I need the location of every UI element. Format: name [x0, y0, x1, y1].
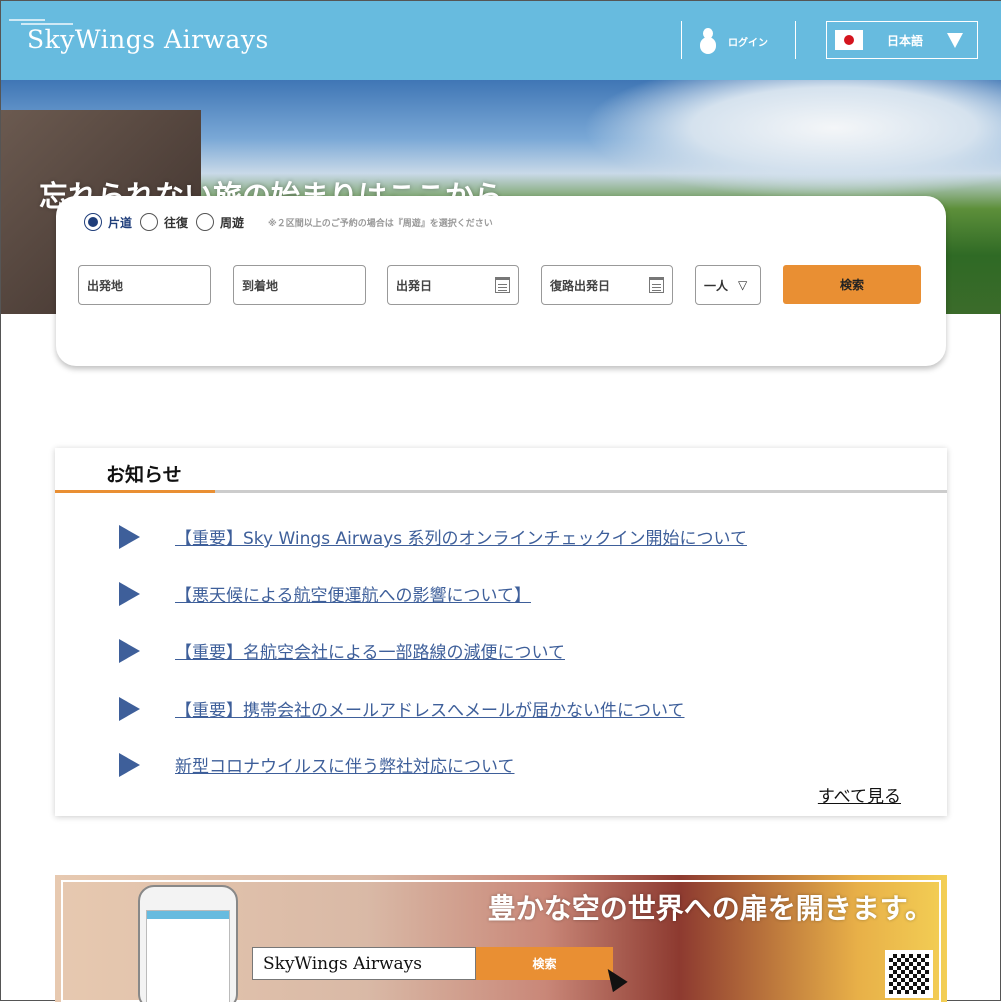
- list-item: 新型コロナウイルスに伴う弊社対応について: [119, 752, 515, 777]
- search-button[interactable]: 検索: [783, 265, 921, 304]
- news-link[interactable]: 【重要】名航空会社による一部路線の減便について: [175, 638, 565, 663]
- chevron-down-icon: ▽: [738, 278, 748, 292]
- radio-unchecked-icon: [140, 213, 159, 231]
- qr-code-icon: [885, 950, 933, 998]
- radio-one-way[interactable]: 片道: [84, 213, 132, 231]
- list-item: 【重要】携帯会社のメールアドレスへメールが届かない件について: [119, 696, 685, 721]
- radio-label: 片道: [108, 215, 133, 230]
- radio-label: 往復: [164, 215, 189, 230]
- language-select[interactable]: 日本語: [826, 21, 978, 59]
- radio-round-trip[interactable]: 往復: [140, 213, 188, 231]
- radio-label: 周遊: [220, 215, 245, 230]
- list-item: 【重要】Sky Wings Airways 系列のオンラインチェックイン開始につ…: [119, 524, 747, 549]
- trip-type-note: ※２区間以上のご予約の場合は『周遊』を選択ください: [268, 218, 493, 229]
- news-link[interactable]: 【重要】Sky Wings Airways 系列のオンラインチェックイン開始につ…: [175, 524, 747, 549]
- see-all-link[interactable]: すべて見る: [818, 782, 901, 807]
- login-label: ログイン: [728, 37, 768, 49]
- depart-date-placeholder: 出発日: [396, 278, 433, 293]
- passenger-value: 一人: [704, 278, 729, 293]
- banner-title: 豊かな空の世界への扉を開きます。: [487, 892, 933, 925]
- depart-date-input[interactable]: 出発日: [387, 265, 519, 305]
- login-button[interactable]: ログイン: [698, 28, 768, 54]
- destination-input[interactable]: 到着地: [233, 265, 366, 305]
- news-link[interactable]: 新型コロナウイルスに伴う弊社対応について: [175, 752, 515, 777]
- phone-mockup-image: [138, 885, 238, 1002]
- language-label: 日本語: [887, 33, 924, 48]
- radio-multi-city[interactable]: 周遊: [196, 213, 244, 231]
- play-arrow-icon: [119, 524, 140, 549]
- radio-unchecked-icon: [196, 213, 215, 231]
- banner-search-button[interactable]: 検索: [476, 947, 613, 980]
- japan-flag-icon: [835, 30, 863, 50]
- play-arrow-icon: [119, 752, 140, 777]
- logo[interactable]: SkyWings Airways: [27, 25, 269, 54]
- calendar-icon[interactable]: [495, 277, 510, 293]
- divider: [795, 21, 796, 59]
- passenger-select[interactable]: 一人 ▽: [695, 265, 761, 305]
- news-title: お知らせ: [106, 464, 182, 486]
- origin-input[interactable]: 出発地: [78, 265, 211, 305]
- news-link[interactable]: 【悪天候による航空便運航への影響について】: [175, 581, 531, 606]
- promo-banner[interactable]: 豊かな空の世界への扉を開きます。 SkyWings Airways 検索: [55, 875, 947, 1002]
- radio-checked-icon: [84, 213, 102, 231]
- user-icon: [698, 28, 718, 54]
- flight-search-card: 片道 往復 周遊 ※２区間以上のご予約の場合は『周遊』を選択ください 出発地 到…: [56, 196, 946, 366]
- return-date-input[interactable]: 復路出発日: [541, 265, 673, 305]
- news-section: お知らせ 【重要】Sky Wings Airways 系列のオンラインチェックイ…: [55, 448, 947, 816]
- dropdown-arrow-icon: [947, 32, 963, 48]
- play-arrow-icon: [119, 696, 140, 721]
- list-item: 【悪天候による航空便運航への影響について】: [119, 581, 531, 606]
- play-arrow-icon: [119, 581, 140, 606]
- divider: [681, 21, 682, 59]
- calendar-icon[interactable]: [649, 277, 664, 293]
- news-divider: [55, 490, 947, 493]
- news-link[interactable]: 【重要】携帯会社のメールアドレスへメールが届かない件について: [175, 696, 685, 721]
- banner-search-input[interactable]: SkyWings Airways: [252, 947, 476, 980]
- header: SkyWings Airways ログイン 日本語: [1, 1, 1001, 80]
- list-item: 【重要】名航空会社による一部路線の減便について: [119, 638, 565, 663]
- trip-type-group: 片道 往復 周遊 ※２区間以上のご予約の場合は『周遊』を選択ください: [84, 213, 493, 231]
- play-arrow-icon: [119, 638, 140, 663]
- return-date-placeholder: 復路出発日: [550, 278, 611, 293]
